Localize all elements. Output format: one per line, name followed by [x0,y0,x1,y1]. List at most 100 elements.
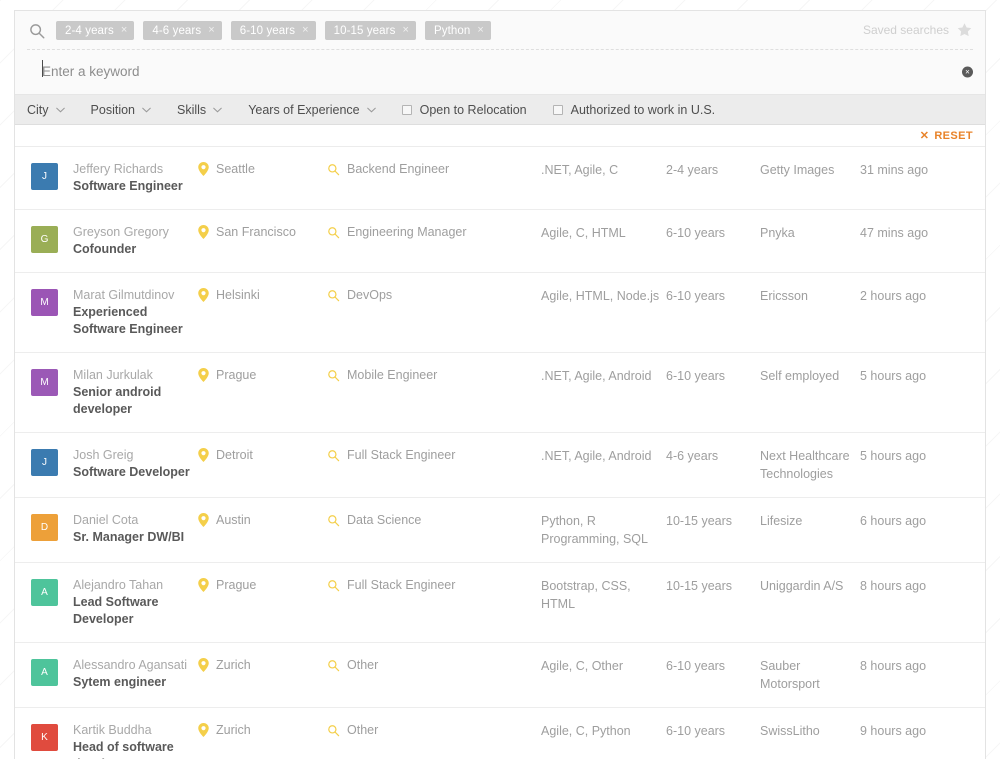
checkbox-box[interactable] [402,105,412,115]
company-label: Lifesize [760,514,802,528]
table-row[interactable]: DDaniel CotaSr. Manager DW/BIAustinData … [15,498,985,563]
filter-dropdown[interactable]: City [27,103,65,117]
filter-dropdowns: City Position Skills Years of Experience [27,103,402,117]
chevron-down-icon [367,107,376,113]
candidate-name: Alejandro Tahan [73,577,198,594]
candidate-name: Josh Greig [73,447,198,464]
chevron-down-icon [142,107,151,113]
table-row[interactable]: AAlessandro AgansatiSytem engineerZurich… [15,643,985,708]
time-label: 9 hours ago [860,724,926,738]
role-label: Data Science [347,512,421,529]
chips-container: 2-4 years×4-6 years×6-10 years×10-15 yea… [56,21,500,40]
candidate-title: Software Engineer [73,178,198,195]
table-row[interactable]: JJosh GreigSoftware DeveloperDetroitFull… [15,433,985,498]
filter-chips-row: 2-4 years×4-6 years×6-10 years×10-15 yea… [15,11,985,49]
location-pin-icon [198,578,209,592]
company-cell: Pnyka [760,224,860,242]
skills-cell: Agile, C, Python [541,722,666,740]
filter-chip[interactable]: 2-4 years × [56,21,134,40]
table-row[interactable]: GGreyson GregoryCofounderSan FranciscoEn… [15,210,985,273]
search-icon[interactable] [28,22,46,40]
magnifier-icon [327,579,340,592]
company-label: Next Healthcare Technologies [760,449,850,481]
checkbox-box[interactable] [553,105,563,115]
magnifier-icon [327,226,340,239]
clear-icon[interactable]: × [962,67,973,78]
table-row[interactable]: KKartik BuddhaHead of software developme… [15,708,985,759]
years-label: 6-10 years [666,289,725,303]
skills-cell: Bootstrap, CSS, HTML [541,577,666,613]
search-input[interactable] [42,64,542,79]
time-label: 5 hours ago [860,369,926,383]
time-label: 31 mins ago [860,163,928,177]
time-cell: 5 hours ago [860,367,985,385]
table-row[interactable]: JJeffery RichardsSoftware EngineerSeattl… [15,147,985,210]
filter-dropdown[interactable]: Skills [177,103,222,117]
text-caret [42,60,43,77]
magnifier-icon [327,449,340,462]
reset-bar: ✕ RESET [15,125,985,147]
time-label: 47 mins ago [860,226,928,240]
table-row[interactable]: MMarat GilmutdinovExperienced Software E… [15,273,985,353]
company-cell: Lifesize [760,512,860,530]
chip-remove-icon[interactable]: × [121,25,128,36]
city-label: San Francisco [216,224,296,241]
years-label: 10-15 years [666,579,732,593]
reset-button[interactable]: ✕ RESET [920,129,973,142]
role-cell: DevOps [327,287,541,304]
filter-chip-label: 6-10 years [240,25,295,37]
table-row[interactable]: AAlejandro TahanLead Software DeveloperP… [15,563,985,643]
avatar: M [31,289,58,316]
role-cell: Engineering Manager [327,224,541,241]
magnifier-icon [327,369,340,382]
filter-dropdown[interactable]: Years of Experience [248,103,375,117]
skills-cell: .NET, Agile, Android [541,447,666,465]
city-cell: Helsinki [198,287,327,304]
city-label: Seattle [216,161,255,178]
person-cell: Daniel CotaSr. Manager DW/BI [73,512,198,546]
filter-checkbox[interactable]: Authorized to work in U.S. [553,103,716,117]
avatar-cell: J [15,447,73,476]
company-cell: Getty Images [760,161,860,179]
years-label: 10-15 years [666,514,732,528]
skills-cell: Agile, HTML, Node.js [541,287,666,305]
saved-searches-label[interactable]: Saved searches [863,23,949,37]
filter-checkbox[interactable]: Open to Relocation [402,103,527,117]
city-cell: Austin [198,512,327,529]
filter-chip-label: 2-4 years [65,25,114,37]
chip-remove-icon[interactable]: × [208,25,215,36]
company-cell: SwissLitho [760,722,860,740]
filter-chip[interactable]: Python× [425,21,491,40]
company-label: Ericsson [760,289,808,303]
filter-chip[interactable]: 10-15 years× [325,21,416,40]
time-cell: 8 hours ago [860,577,985,595]
company-label: Sauber Motorsport [760,659,820,691]
skills-label: .NET, Agile, C [541,163,618,177]
skills-cell: .NET, Agile, C [541,161,666,179]
table-row[interactable]: MMilan JurkulakSenior android developerP… [15,353,985,433]
chip-remove-icon[interactable]: × [402,25,409,36]
candidate-title: Experienced Software Engineer [73,304,198,338]
chip-remove-icon[interactable]: × [477,25,484,36]
location-pin-icon [198,288,209,302]
filter-chip[interactable]: 6-10 years × [231,21,316,40]
candidate-name: Greyson Gregory [73,224,198,241]
filter-dropdown[interactable]: Position [91,103,151,117]
company-label: Uniggardin A/S [760,579,843,593]
candidate-name: Jeffery Richards [73,161,198,178]
filter-chip[interactable]: 4-6 years× [143,21,221,40]
skills-label: .NET, Agile, Android [541,449,651,463]
avatar: G [31,226,58,253]
avatar-cell: A [15,657,73,686]
location-pin-icon [198,448,209,462]
star-icon[interactable] [956,22,973,39]
time-label: 8 hours ago [860,659,926,673]
time-cell: 2 hours ago [860,287,985,305]
person-cell: Josh GreigSoftware Developer [73,447,198,481]
chip-remove-icon[interactable]: × [302,25,309,36]
time-cell: 31 mins ago [860,161,985,179]
filter-checkbox-label: Open to Relocation [420,103,527,117]
magnifier-icon [327,514,340,527]
filter-dropdown-label: Years of Experience [248,103,359,117]
time-label: 2 hours ago [860,289,926,303]
